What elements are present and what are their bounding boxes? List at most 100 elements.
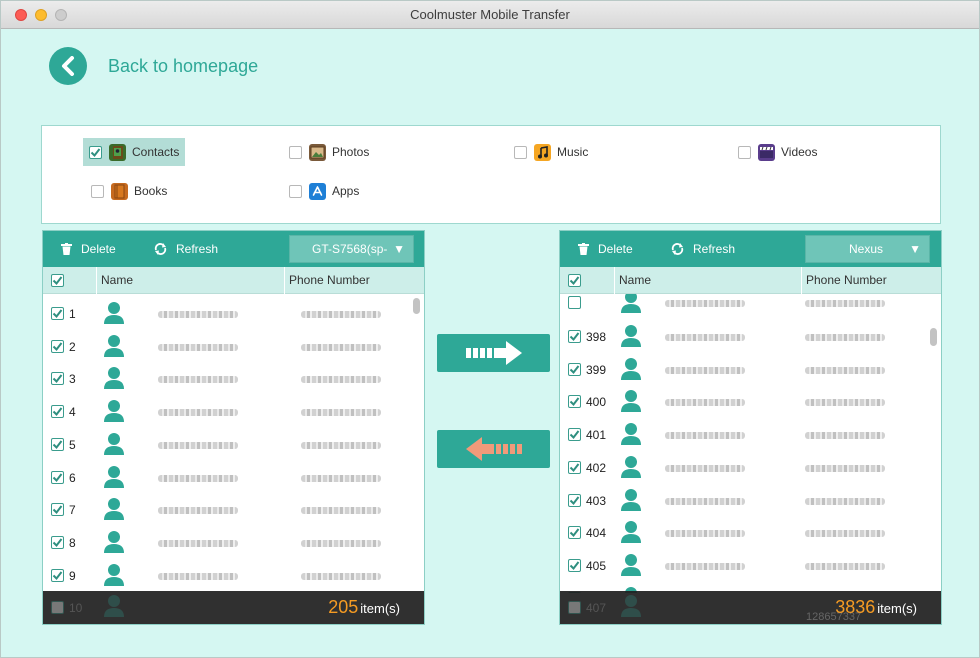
row-checkbox[interactable] xyxy=(51,568,64,582)
source-contact-list: 1 2 3 4 5 6 7 8 9 xyxy=(43,296,424,593)
contact-row[interactable]: 8 xyxy=(43,526,424,559)
partial-row-checkbox xyxy=(51,601,64,614)
source-footer: 10 205 item(s) xyxy=(43,591,424,624)
contact-name-redacted xyxy=(665,530,745,538)
books-checkbox[interactable] xyxy=(91,184,104,198)
row-number: 401 xyxy=(586,428,607,443)
contact-row[interactable]: 4 xyxy=(43,395,424,428)
row-checkbox[interactable] xyxy=(51,372,64,386)
contact-row[interactable]: 7 xyxy=(43,493,424,526)
target-contact-list: 398399400401402403404405406 xyxy=(560,294,941,593)
source-count-suffix: item(s) xyxy=(360,601,400,616)
name-column-header[interactable]: Name xyxy=(101,267,133,294)
target-device-select[interactable]: Nexus ▼ xyxy=(805,235,930,263)
contact-row[interactable]: 405 xyxy=(560,549,941,582)
type-photos[interactable]: Photos xyxy=(283,138,375,166)
target-scrollbar[interactable] xyxy=(930,328,937,346)
source-scrollbar[interactable] xyxy=(413,298,420,314)
row-checkbox[interactable] xyxy=(51,535,64,549)
contact-person-icon xyxy=(620,324,642,351)
apps-checkbox[interactable] xyxy=(289,184,302,198)
music-label: Music xyxy=(557,145,589,159)
row-checkbox[interactable] xyxy=(568,428,581,442)
videos-checkbox[interactable] xyxy=(738,145,751,159)
type-music[interactable]: Music xyxy=(508,138,594,166)
target-count-suffix: item(s) xyxy=(877,601,917,616)
contact-person-icon xyxy=(103,497,125,524)
row-checkbox[interactable] xyxy=(568,526,581,540)
column-divider xyxy=(284,267,285,294)
back-label[interactable]: Back to homepage xyxy=(108,56,258,77)
contact-row[interactable]: 401 xyxy=(560,418,941,451)
row-checkbox[interactable] xyxy=(568,330,581,343)
partial-row-number: 10 xyxy=(69,601,83,615)
back-to-homepage-link[interactable]: Back to homepage xyxy=(49,46,258,86)
contact-row[interactable]: 1 xyxy=(43,297,424,330)
music-checkbox[interactable] xyxy=(514,145,527,159)
phone-column-header[interactable]: Phone Number xyxy=(289,267,370,294)
row-checkbox[interactable] xyxy=(568,362,581,376)
contact-row[interactable]: 9 xyxy=(43,559,424,592)
contact-row[interactable]: 2 xyxy=(43,330,424,363)
photos-checkbox[interactable] xyxy=(289,145,302,159)
contact-name-redacted xyxy=(665,464,745,472)
target-select-all-checkbox[interactable] xyxy=(568,274,581,287)
back-arrow-icon[interactable] xyxy=(49,47,87,85)
contact-phone-redacted xyxy=(805,432,885,440)
row-checkbox[interactable] xyxy=(568,493,581,507)
type-videos[interactable]: Videos xyxy=(732,138,823,166)
row-checkbox[interactable] xyxy=(568,460,581,474)
row-checkbox[interactable] xyxy=(51,437,64,451)
dropdown-triangle-icon: ▼ xyxy=(909,242,921,256)
row-checkbox[interactable] xyxy=(51,470,64,484)
partial-row-number: 407 xyxy=(586,601,607,615)
contact-row[interactable]: 399 xyxy=(560,353,941,386)
target-table-header: Name Phone Number xyxy=(560,267,941,294)
contact-row[interactable]: 402 xyxy=(560,451,941,484)
row-checkbox[interactable] xyxy=(568,558,581,572)
close-window-button[interactable] xyxy=(15,9,27,21)
contacts-label: Contacts xyxy=(132,145,180,159)
contact-row[interactable]: 6 xyxy=(43,461,424,494)
row-checkbox[interactable] xyxy=(51,307,64,320)
trash-icon xyxy=(578,243,589,255)
row-checkbox[interactable] xyxy=(568,395,581,409)
contact-row[interactable]: 404 xyxy=(560,516,941,549)
contact-row[interactable]: 403 xyxy=(560,484,941,517)
target-refresh-button[interactable]: Refresh xyxy=(671,231,735,267)
contact-row[interactable]: 3 xyxy=(43,362,424,395)
refresh-label: Refresh xyxy=(176,242,219,256)
contact-name-redacted xyxy=(665,334,745,341)
source-delete-button[interactable]: Delete xyxy=(61,231,116,267)
contacts-checkbox[interactable] xyxy=(89,145,102,159)
transfer-left-button[interactable] xyxy=(437,430,550,468)
source-device-select[interactable]: GT-S7568(sp- ▼ xyxy=(289,235,414,263)
row-checkbox[interactable] xyxy=(51,339,64,353)
contact-phone-redacted xyxy=(301,474,381,482)
type-books[interactable]: Books xyxy=(85,177,173,205)
source-refresh-button[interactable]: Refresh xyxy=(154,231,218,267)
transfer-right-button[interactable] xyxy=(437,334,550,372)
contact-row[interactable]: 400 xyxy=(560,385,941,418)
target-delete-button[interactable]: Delete xyxy=(578,231,633,267)
row-number: 398 xyxy=(586,330,607,344)
clapperboard-icon xyxy=(758,143,775,161)
contact-person-icon xyxy=(103,432,125,459)
name-column-header[interactable]: Name xyxy=(619,267,651,294)
type-contacts[interactable]: Contacts xyxy=(83,138,186,166)
phone-column-header[interactable]: Phone Number xyxy=(806,267,887,294)
type-apps[interactable]: Apps xyxy=(283,177,365,205)
arrow-right-icon xyxy=(465,341,522,365)
row-checkbox[interactable] xyxy=(51,405,64,419)
source-select-all-checkbox[interactable] xyxy=(51,274,64,287)
source-toolbar: Delete Refresh GT-S7568(sp- ▼ xyxy=(43,231,424,267)
books-label: Books xyxy=(134,184,168,198)
partial-row-checkbox xyxy=(568,601,581,614)
zoom-window-button[interactable] xyxy=(55,9,67,21)
contact-row[interactable]: 398 xyxy=(560,320,941,353)
contact-row[interactable]: 5 xyxy=(43,428,424,461)
row-number: 400 xyxy=(586,395,607,410)
row-checkbox[interactable] xyxy=(51,503,64,517)
column-divider xyxy=(801,267,802,294)
minimize-window-button[interactable] xyxy=(35,9,47,21)
